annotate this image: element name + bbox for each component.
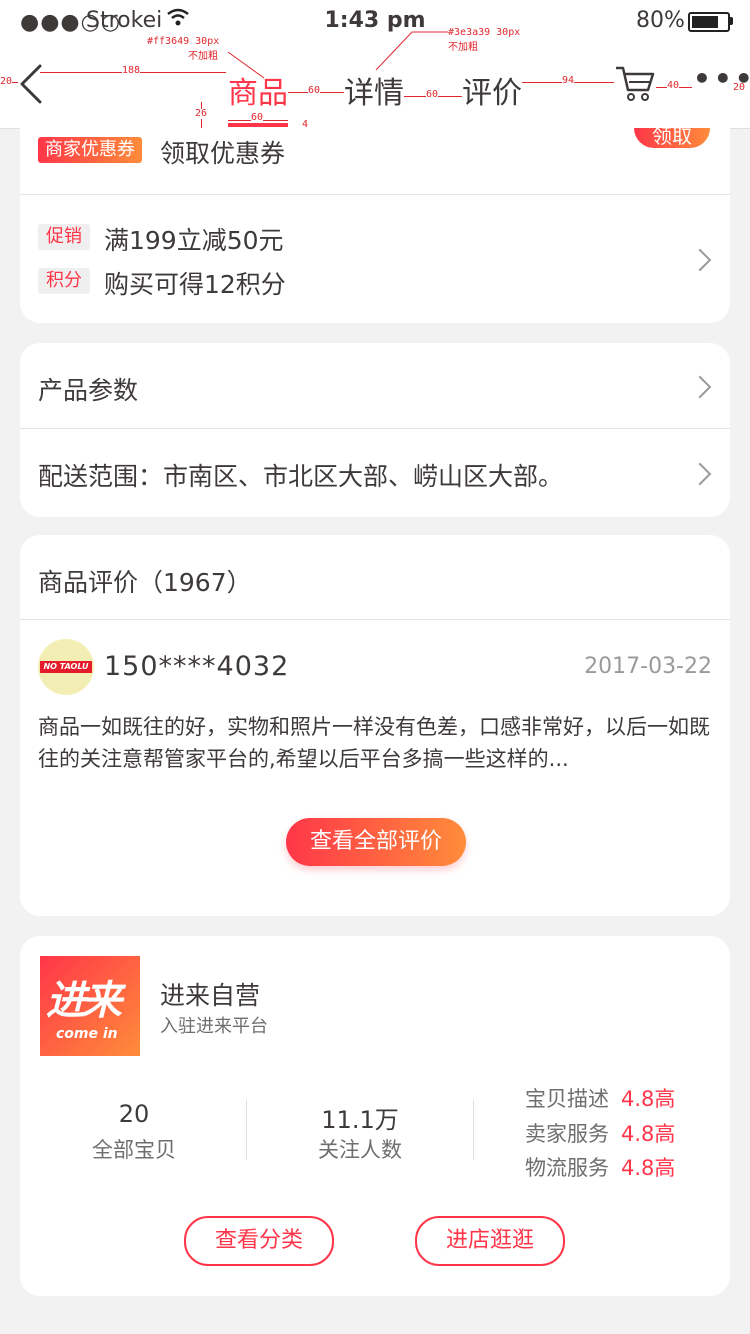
shop-logo[interactable]: 进来 come in <box>40 956 140 1056</box>
rating-logistics-label: 物流服务 <box>525 1156 609 1180</box>
annotation-right-pad: 20 <box>733 82 746 93</box>
annotation-underline-width: 60 <box>251 112 264 123</box>
product-params-card: 产品参数 配送范围：市南区、市北区大部、崂山区大部。 <box>20 343 730 517</box>
rating-logistics-value: 4.8高 <box>621 1156 676 1180</box>
visit-shop-button[interactable]: 进店逛逛 <box>415 1216 565 1266</box>
merchant-coupon-badge: 商家优惠券 <box>38 137 142 163</box>
points-text: 购买可得12积分 <box>104 270 286 299</box>
divider <box>20 619 730 620</box>
annotation-tab-gap-2: 60 <box>426 89 439 100</box>
annotation-tab-gap-1: 60 <box>308 85 321 96</box>
review-date: 2017-03-22 <box>584 654 712 679</box>
chevron-right-icon <box>688 375 712 399</box>
points-tag: 积分 <box>38 268 90 294</box>
shop-card: 进来 come in 进来自营 入驻进来平台 20 全部宝贝 11.1万 关注人… <box>20 936 730 1296</box>
product-params-row[interactable]: 产品参数 <box>20 343 730 428</box>
view-categories-button[interactable]: 查看分类 <box>184 1216 334 1266</box>
shop-name[interactable]: 进来自营 <box>160 976 260 1012</box>
annotation-left-pad: 20 <box>0 76 13 87</box>
delivery-range-row[interactable]: 配送范围：市南区、市北区大部、崂山区大部。 <box>20 429 730 517</box>
annotation-guide-lines <box>227 31 448 79</box>
divider <box>20 194 730 195</box>
promo-text: 满199立减50元 <box>104 226 284 255</box>
delivery-range-label: 配送范围：市南区、市北区大部、崂山区大部。 <box>38 462 564 491</box>
rating-service-value: 4.8高 <box>621 1122 676 1146</box>
shop-logo-subtext: come in <box>56 1026 118 1042</box>
claim-coupon-label[interactable]: 领取优惠券 <box>160 134 285 170</box>
review-text: 商品一如既往的好，实物和照片一样没有色差，口感非常好，以后一如既往的关注意帮管家… <box>38 715 710 771</box>
reviews-card: 商品评价（1967） NO TAOLU 150****4032 2017-03-… <box>20 535 730 916</box>
annotation-more-gap: 40 <box>667 80 680 91</box>
annotation-back-gap: 188 <box>122 65 141 76</box>
rating-description-value: 4.8高 <box>621 1087 676 1111</box>
reviewer-name: 150****4032 <box>104 651 290 682</box>
followers-label: 关注人数 <box>318 1138 402 1162</box>
stat-separator <box>473 1100 474 1160</box>
total-items-count: 20 <box>118 1100 150 1128</box>
chevron-right-icon <box>688 462 712 486</box>
product-params-label: 产品参数 <box>38 376 139 405</box>
chevron-right-icon[interactable] <box>688 248 712 272</box>
avatar: NO TAOLU <box>38 639 94 695</box>
rating-description-label: 宝贝描述 <box>525 1087 609 1111</box>
stat-separator <box>246 1100 247 1160</box>
promo-tag: 促销 <box>38 224 90 250</box>
claim-coupon-button[interactable]: 领取 <box>634 128 710 148</box>
coupon-promo-card: 商家优惠券 领取优惠券 领取 促销 满199立减50元 积分 购买可得12积分 <box>20 128 730 323</box>
annotation-cart-gap: 94 <box>562 75 575 86</box>
navigation-bar: 商品 详情 评价 ••• #ff3649 30px 不加粗 #3e3a39 30… <box>0 28 750 130</box>
total-items-label: 全部宝贝 <box>92 1138 176 1162</box>
annotation-underline-offset: 26 <box>195 108 208 119</box>
reviews-title: 商品评价（1967） <box>38 568 252 597</box>
shop-logo-text: 进来 <box>46 978 122 1024</box>
followers-count: 11.1万 <box>321 1106 399 1134</box>
avatar-logo-text: NO TAOLU <box>40 661 92 673</box>
shop-subtitle: 入驻进来平台 <box>160 1016 268 1037</box>
rating-service-label: 卖家服务 <box>525 1122 609 1146</box>
view-all-reviews-button[interactable]: 查看全部评价 <box>286 818 466 866</box>
